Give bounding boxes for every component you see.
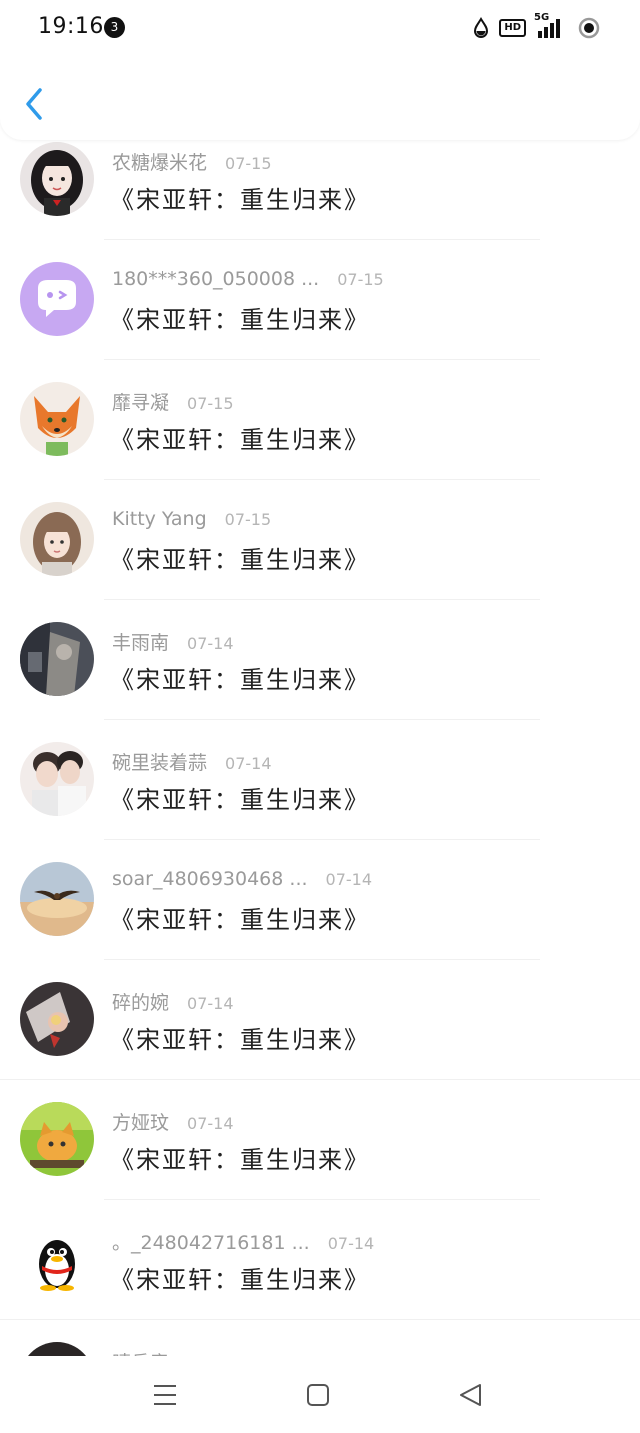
avatar[interactable]: [20, 742, 94, 816]
list-item[interactable]: 180***360_050008 ... 07-15 《宋亚轩：重生归来》: [0, 240, 640, 360]
comment-meta: 农糖爆米花 07-15: [112, 148, 272, 175]
list-item[interactable]: 晴岳竟 07-14: [0, 1320, 640, 1356]
comment-meta: 丰雨南 07-14: [112, 628, 234, 655]
avatar[interactable]: [20, 1102, 94, 1176]
comment-title[interactable]: 《宋亚轩：重生归来》: [110, 420, 370, 455]
comment-title[interactable]: 《宋亚轩：重生归来》: [110, 180, 370, 215]
comment-meta: 晴岳竟 07-14: [112, 1348, 234, 1356]
comment-meta: 方娅玟 07-14: [112, 1108, 234, 1135]
user-name[interactable]: 180***360_050008 ...: [112, 268, 319, 290]
comment-date: 07-15: [225, 154, 272, 173]
purple-chat-icon: [20, 262, 94, 336]
girl-portrait-icon: [20, 142, 94, 216]
list-item[interactable]: 碎的婉 07-14 《宋亚轩：重生归来》: [0, 960, 640, 1080]
comment-list: 农糖爆米花 07-15 《宋亚轩：重生归来》 180***360_050008 …: [0, 120, 640, 1356]
notification-badge: 3: [104, 17, 125, 38]
flower-hand-icon: [20, 982, 94, 1056]
kitten-icon: [20, 1102, 94, 1176]
comment-date: 07-15: [337, 270, 384, 289]
user-name[interactable]: soar_4806930468 ...: [112, 868, 308, 890]
back-triangle-icon[interactable]: [456, 1380, 486, 1410]
water-drop-icon: [474, 17, 489, 38]
dark-portrait-icon: [20, 1342, 94, 1356]
comment-meta: Kitty Yang 07-15: [112, 508, 271, 532]
comment-title[interactable]: 《宋亚轩：重生归来》: [110, 1140, 370, 1175]
comment-date: 07-14: [187, 1114, 234, 1133]
user-name[interactable]: 碎的婉: [112, 988, 169, 1015]
comment-title[interactable]: 《宋亚轩：重生归来》: [110, 540, 370, 575]
user-name[interactable]: 方娅玟: [112, 1108, 169, 1135]
comment-meta: 碎的婉 07-14: [112, 988, 234, 1015]
avatar[interactable]: [20, 382, 94, 456]
comment-title[interactable]: 《宋亚轩：重生归来》: [110, 900, 370, 935]
avatar[interactable]: [20, 1342, 94, 1356]
list-item[interactable]: 丰雨南 07-14 《宋亚轩：重生归来》: [0, 600, 640, 720]
list-item[interactable]: 碗里装着蒜 07-14 《宋亚轩：重生归来》: [0, 720, 640, 840]
back-arrow-icon[interactable]: [20, 84, 50, 124]
comment-meta: 。_248042716181 ... 07-14: [112, 1228, 375, 1255]
app-header: 19:16 3 HD 5G: [0, 0, 640, 140]
comment-meta: soar_4806930468 ... 07-14: [112, 868, 372, 892]
comment-date: 07-14: [225, 754, 272, 773]
avatar[interactable]: [20, 622, 94, 696]
fox-cartoon-icon: [20, 382, 94, 456]
comment-title[interactable]: 《宋亚轩：重生归来》: [110, 660, 370, 695]
qq-penguin-icon: [20, 1222, 94, 1296]
comment-meta: 碗里装着蒜 07-14: [112, 748, 272, 775]
comment-date: 07-14: [327, 1234, 375, 1253]
status-icons: HD 5G: [473, 12, 600, 40]
comment-date: 07-14: [325, 870, 373, 889]
network-type-label: 5G: [534, 12, 550, 23]
comment-date: 07-15: [224, 510, 272, 529]
two-boys-icon: [20, 742, 94, 816]
list-item[interactable]: 。_248042716181 ... 07-14 《宋亚轩：重生归来》: [0, 1200, 640, 1320]
comment-meta: 180***360_050008 ... 07-15: [112, 268, 384, 292]
home-icon[interactable]: [303, 1380, 333, 1410]
avatar[interactable]: [20, 262, 94, 336]
user-name[interactable]: 丰雨南: [112, 628, 169, 655]
user-name[interactable]: 。_248042716181 ...: [112, 1228, 310, 1255]
list-item[interactable]: soar_4806930468 ... 07-14 《宋亚轩：重生归来》: [0, 840, 640, 960]
eagle-sky-icon: [20, 862, 94, 936]
comment-title[interactable]: 《宋亚轩：重生归来》: [110, 1260, 370, 1295]
user-name[interactable]: 碗里装着蒜: [112, 748, 207, 775]
user-name[interactable]: 晴岳竟: [112, 1348, 169, 1356]
list-item[interactable]: Kitty Yang 07-15 《宋亚轩：重生归来》: [0, 480, 640, 600]
comment-title[interactable]: 《宋亚轩：重生归来》: [110, 300, 370, 335]
comment-date: 07-15: [187, 394, 234, 413]
dark-photo-icon: [20, 622, 94, 696]
avatar[interactable]: [20, 502, 94, 576]
avatar[interactable]: [20, 862, 94, 936]
signal-icon: 5G: [534, 12, 568, 38]
record-icon: [578, 17, 600, 39]
list-item[interactable]: 靡寻凝 07-15 《宋亚轩：重生归来》: [0, 360, 640, 480]
user-name[interactable]: 农糖爆米花: [112, 148, 207, 175]
user-name[interactable]: Kitty Yang: [112, 508, 207, 530]
menu-icon[interactable]: [150, 1380, 180, 1410]
list-item[interactable]: 方娅玟 07-14 《宋亚轩：重生归来》: [0, 1080, 640, 1200]
avatar[interactable]: [20, 982, 94, 1056]
user-name[interactable]: 靡寻凝: [112, 388, 169, 415]
avatar[interactable]: [20, 1222, 94, 1296]
comment-meta: 靡寻凝 07-15: [112, 388, 234, 415]
comment-title[interactable]: 《宋亚轩：重生归来》: [110, 780, 370, 815]
comment-date: 07-14: [187, 994, 234, 1013]
comment-title[interactable]: 《宋亚轩：重生归来》: [110, 1020, 370, 1055]
system-nav-bar: [0, 1356, 640, 1433]
comment-date: 07-14: [187, 634, 234, 653]
status-time: 19:16: [38, 14, 104, 39]
girl-brown-hair-icon: [20, 502, 94, 576]
status-bar: 19:16 3 HD 5G: [0, 0, 640, 58]
avatar[interactable]: [20, 142, 94, 216]
hd-icon: HD: [499, 19, 526, 37]
